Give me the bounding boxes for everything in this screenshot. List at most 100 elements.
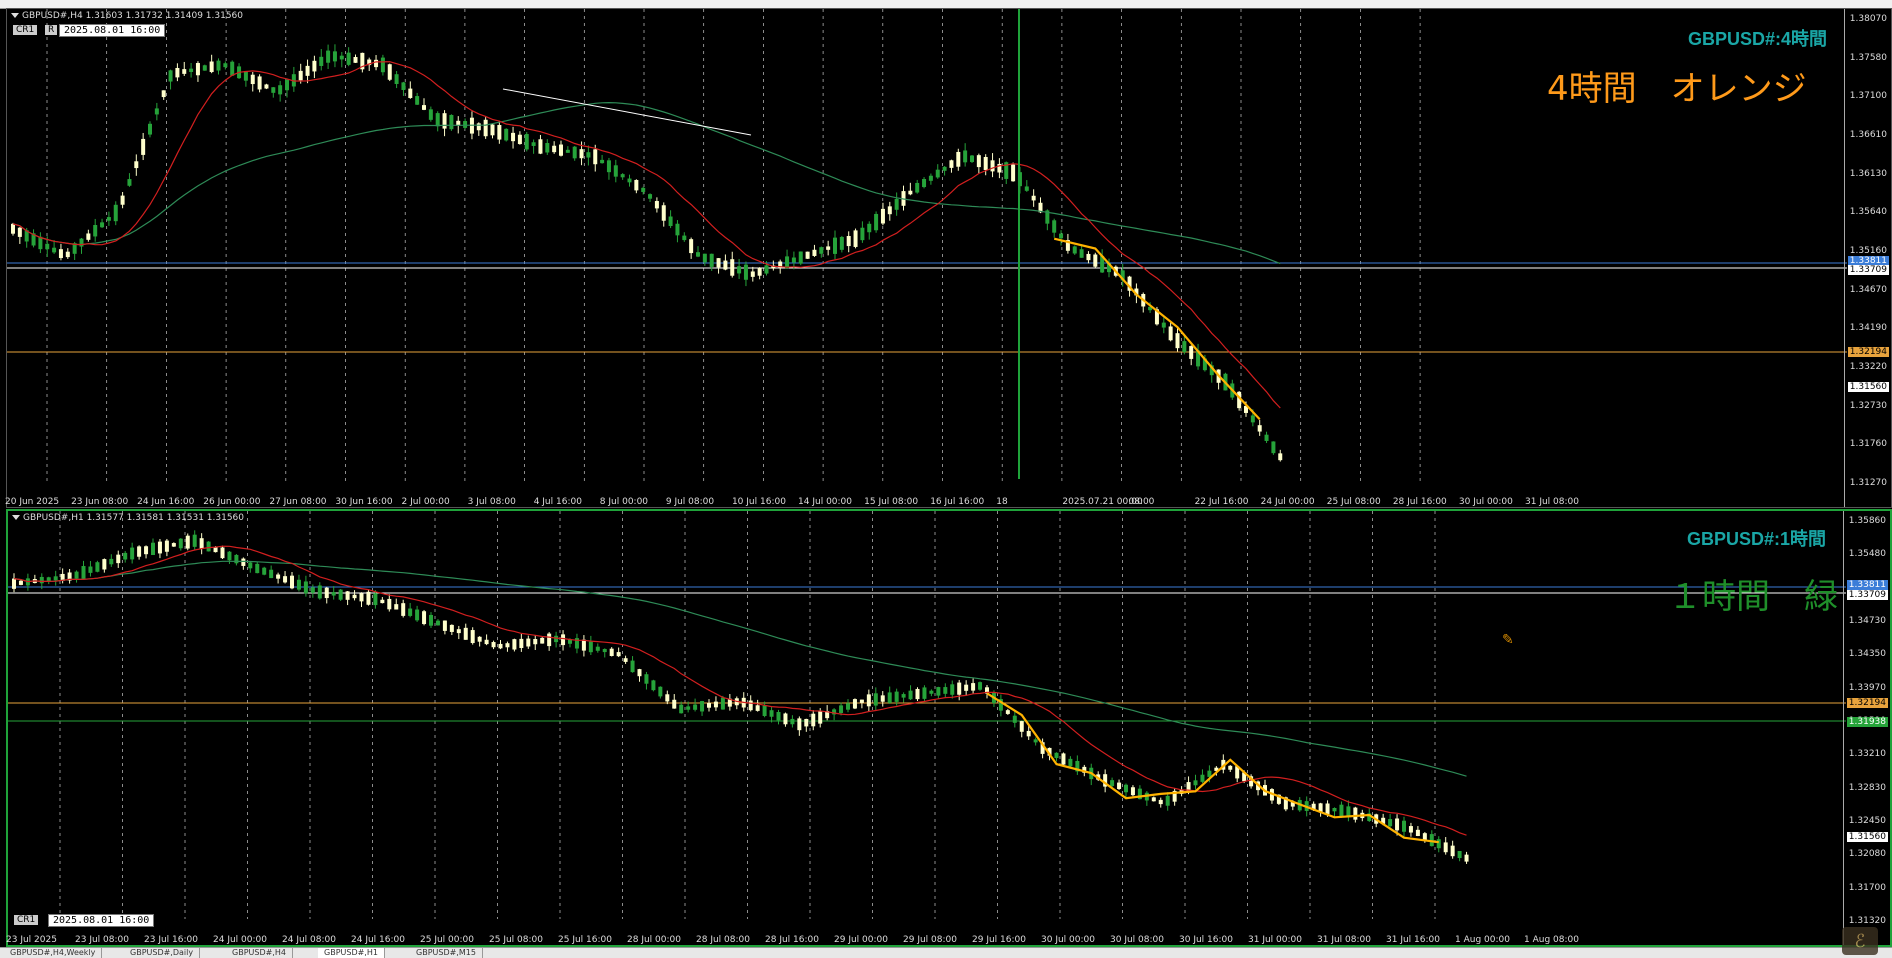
h1-candle-body — [873, 693, 878, 706]
h4-candle-body — [1161, 322, 1166, 328]
h1-price-tick: 1.31320 — [1848, 916, 1886, 926]
h4-trend-line — [502, 88, 752, 136]
h1-candle-body — [950, 684, 955, 695]
h4-candle-body — [812, 249, 817, 256]
h1-candle-body — [1388, 819, 1393, 827]
h4-candle-body — [1052, 220, 1057, 233]
h1-candle-body — [283, 576, 288, 583]
h1-candle-body — [866, 694, 871, 707]
h4-ma-slow — [12, 101, 1281, 265]
h4-price-axis[interactable]: 1.38070 1.37580 1.37100 1.36610 1.36130 1.356… — [1844, 9, 1891, 507]
h4-price-tick: 1.33220 — [1849, 362, 1887, 372]
h4-time-label: 31 Jul 08:00 — [1525, 497, 1579, 507]
h4-time-label: 18 — [996, 497, 1008, 507]
h4-candle-body — [332, 51, 337, 62]
h4-candle-body — [154, 108, 159, 115]
h1-candle-body — [1158, 799, 1163, 805]
h1-time-axis[interactable]: 23 Jul 2025 23 Jul 08:00 23 Jul 16:00 24 Ju… — [6, 933, 1846, 945]
h4-candle-body — [723, 260, 728, 270]
h1-candle-body — [547, 633, 552, 647]
h1-candle-body — [227, 551, 232, 561]
h1-candle-body — [1033, 739, 1038, 743]
satellite-object-icon[interactable]: ✎ — [1502, 631, 1514, 648]
h1-candle-body — [901, 694, 906, 698]
h4-candle-body — [682, 235, 687, 241]
h4-candle-body — [113, 204, 118, 222]
h4-candle-body — [449, 114, 454, 130]
h4-candle-body — [750, 271, 755, 277]
h4-time-label: 24 Jun 16:00 — [137, 497, 195, 507]
h1-candle-body — [380, 599, 385, 604]
h1-cr-label[interactable]: CR1 — [14, 915, 39, 925]
h4-candle-body — [949, 160, 954, 168]
h1-time-label: 30 Jul 16:00 — [1179, 935, 1233, 945]
chart-pane-h1[interactable]: GBPUSD#,H1 1.31577 1.31581 1.31531 1.315… — [6, 509, 1892, 947]
h1-candle-body — [463, 627, 468, 640]
h4-price-tag: 1.31560 — [1847, 382, 1889, 392]
h1-candle-body — [373, 593, 378, 606]
h1-candle-body — [1019, 721, 1024, 732]
h4-candle-body — [730, 259, 735, 276]
h1-candle-body — [707, 703, 711, 708]
h1-candle-body — [498, 643, 503, 649]
h4-candle-body — [148, 123, 152, 135]
h1-candle-body — [331, 592, 336, 596]
h1-candle-body — [192, 534, 197, 547]
h1-candle-body — [505, 643, 510, 648]
h1-candle-body — [102, 559, 107, 570]
h1-candle-body — [1402, 820, 1406, 832]
h4-candle-body — [1271, 441, 1276, 454]
h1-time-label: 28 Jul 16:00 — [765, 935, 819, 945]
h1-chart-header: GBPUSD#,H1 1.31577 1.31581 1.31531 1.315… — [12, 513, 244, 523]
h4-candle-body — [1011, 164, 1016, 182]
h1-candle-body — [477, 636, 482, 642]
h4-candle-body — [915, 182, 920, 193]
h1-time-label: 1 Aug 00:00 — [1455, 935, 1510, 945]
h4-candle-body — [58, 249, 63, 259]
h4-candle-body — [668, 216, 673, 227]
h4-zigzag — [1053, 237, 1261, 420]
h1-candle-body — [665, 694, 670, 702]
h4-candle-body — [38, 236, 43, 250]
h1-candle-body — [95, 562, 100, 572]
h1-candle-body — [630, 660, 635, 673]
h1-candle-body — [185, 535, 190, 549]
h4-candle-body — [339, 55, 344, 60]
h4-candle-body — [230, 61, 235, 76]
h1-price-plot[interactable] — [8, 511, 1846, 933]
chart-pane-h4[interactable]: GBPUSD#,H4 1.31603 1.31732 1.31409 1.315… — [5, 8, 1892, 508]
h1-candle-body — [616, 652, 621, 657]
h4-r-label[interactable]: R — [45, 25, 58, 35]
h1-candle-body — [213, 547, 218, 553]
h4-time-label: 27 Jun 08:00 — [269, 497, 327, 507]
h1-candle-body — [449, 624, 454, 632]
h1-candle-body — [109, 558, 114, 565]
h1-candle-body — [783, 713, 788, 725]
h4-time-axis[interactable]: 20 Jun 2025 23 Jun 08:00 24 Jun 16:00 26 Ju… — [5, 495, 1847, 507]
h4-candle-body — [483, 119, 488, 137]
h1-time-label: 23 Jul 16:00 — [144, 935, 198, 945]
h1-price-tag: 1.31938 — [1846, 717, 1888, 727]
h1-price-tick: 1.33210 — [1848, 749, 1886, 760]
h1-candle-body — [116, 554, 121, 564]
h1-candle-body — [199, 538, 204, 549]
collapse-triangle-icon[interactable] — [11, 13, 19, 18]
h4-candle-body — [654, 201, 659, 209]
h4-candle-body — [1072, 246, 1077, 254]
collapse-triangle-icon[interactable] — [12, 515, 20, 520]
h1-candle-body — [1151, 797, 1156, 802]
h1-candle-body — [262, 567, 267, 575]
h4-candle-body — [428, 109, 433, 120]
h1-price-axis[interactable]: 1.358601.354801.351101.347301.343501.339… — [1843, 511, 1890, 945]
h4-candle-body — [1278, 453, 1283, 461]
h1-candle-body — [797, 718, 802, 731]
h1-candle-body — [456, 629, 461, 634]
h4-candle-body — [463, 121, 468, 128]
h4-candle-body — [963, 150, 968, 163]
h4-candle-body — [353, 57, 358, 63]
h1-candle-body — [1130, 787, 1135, 796]
h1-candle-body — [1395, 818, 1400, 831]
h4-cr-label[interactable]: CR1 — [13, 25, 38, 35]
h1-candle-body — [713, 701, 718, 708]
h1-candle-body — [324, 587, 329, 599]
